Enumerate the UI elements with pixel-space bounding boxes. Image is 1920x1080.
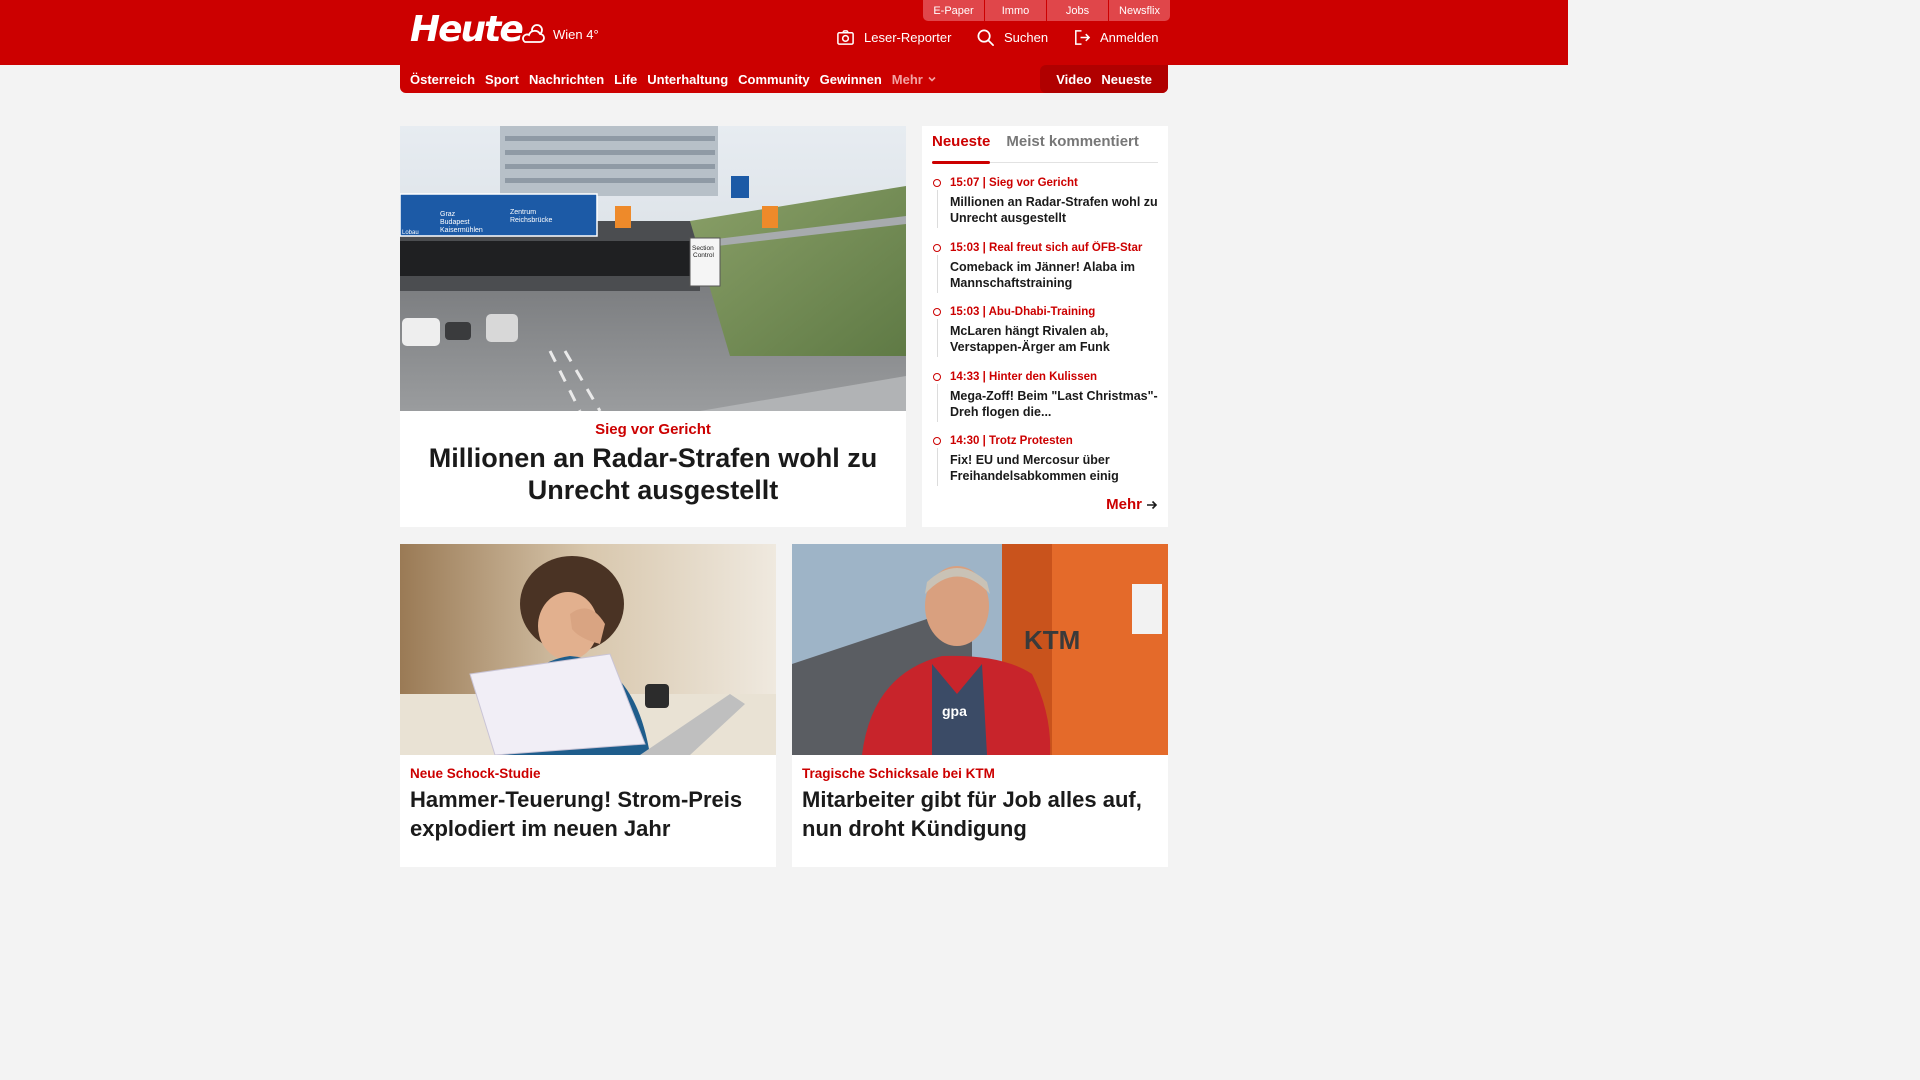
card-image-ktm-worker: KTM gpa — [792, 544, 1168, 755]
nav-item-video[interactable]: Video — [1056, 72, 1091, 87]
nav-more-label: Mehr — [891, 71, 923, 87]
hero-kicker: Sieg vor Gericht — [595, 421, 711, 438]
search-button[interactable]: Suchen — [976, 28, 1048, 47]
svg-text:Section: Section — [692, 245, 714, 252]
timeline-dot-icon — [933, 437, 941, 445]
timeline-line — [936, 254, 938, 293]
ticker-title[interactable]: Comeback im Jänner! Alaba im Mannschafts… — [950, 259, 1158, 291]
weather-widget[interactable]: Wien 4° — [521, 22, 599, 46]
svg-text:KTM: KTM — [1024, 625, 1080, 655]
ticker-meta: 15:03 | Real freut sich auf ÖFB-Star — [950, 241, 1143, 254]
card-headline[interactable]: Mitarbeiter gibt für Job alles auf, nun … — [802, 785, 1158, 843]
ticker-more-link[interactable]: Mehr — [1106, 496, 1158, 513]
camera-icon — [837, 30, 854, 45]
login-button[interactable]: Anmelden — [1072, 28, 1159, 47]
tab-jobs[interactable]: Jobs — [1047, 0, 1108, 21]
svg-text:Kaisermühlen: Kaisermühlen — [440, 227, 483, 234]
timeline-dot-icon — [933, 308, 941, 316]
nav-item-unterhaltung[interactable]: Unterhaltung — [647, 72, 728, 87]
ticker-title[interactable]: Mega-Zoff! Beim "Last Christmas"-Dreh fl… — [950, 388, 1158, 420]
hero-article[interactable]: Graz Budapest Kaisermühlen Lobau Zentrum… — [400, 126, 906, 527]
utility-tabs: E-Paper Immo Jobs Newsflix — [923, 0, 1170, 21]
ticker-item[interactable]: 14:33 | Hinter den Kulissen Mega-Zoff! B… — [932, 370, 1158, 435]
svg-text:Reichsbrücke: Reichsbrücke — [510, 217, 553, 224]
tab-immo[interactable]: Immo — [985, 0, 1046, 21]
timeline-dot-icon — [933, 372, 941, 381]
ticker-item[interactable]: 15:03 | Real freut sich auf ÖFB-Star Com… — [932, 241, 1158, 306]
ticker-meta: 15:07 | Sieg vor Gericht — [950, 177, 1078, 189]
timeline-dot-icon — [933, 179, 941, 187]
card-kicker: Neue Schock-Studie — [410, 766, 541, 781]
arrow-right-icon — [1147, 500, 1158, 509]
timeline-line — [936, 319, 938, 357]
timeline-dot-icon — [933, 243, 941, 252]
svg-text:gpa: gpa — [942, 703, 967, 719]
svg-text:Budapest: Budapest — [440, 219, 470, 226]
heute-logo[interactable]: Heute — [410, 8, 524, 52]
svg-text:Zentrum: Zentrum — [510, 209, 536, 216]
hero-image-tunnel: Graz Budapest Kaisermühlen Lobau Zentrum… — [400, 126, 906, 411]
nav-item-life[interactable]: Life — [614, 72, 637, 87]
nav-right-group: Video Neueste — [1040, 65, 1168, 93]
ticker-more-label: Mehr — [1106, 496, 1142, 513]
leser-reporter-label: Leser-Reporter — [864, 30, 952, 45]
login-label: Anmelden — [1100, 30, 1159, 45]
ticker-item[interactable]: 15:07 | Sieg vor Gericht Millionen an Ra… — [932, 176, 1158, 241]
ticker-meta: 14:33 | Hinter den Kulissen — [950, 370, 1098, 383]
nav-item-gewinnen[interactable]: Gewinnen — [820, 72, 882, 87]
article-card[interactable]: Neue Schock-Studie Hammer-Teuerung! Stro… — [400, 544, 776, 867]
main-navigation: Österreich Sport Nachrichten Life Unterh… — [400, 65, 1168, 93]
svg-text:Control: Control — [693, 252, 715, 259]
cloud-sun-icon — [522, 24, 545, 43]
nav-item-community[interactable]: Community — [738, 72, 810, 87]
card-headline[interactable]: Hammer-Teuerung! Strom-Preis explodiert … — [410, 785, 766, 843]
tab-newsflix[interactable]: Newsflix — [1109, 0, 1170, 21]
svg-text:Lobau: Lobau — [402, 230, 419, 236]
ticker-meta: 14:30 | Trotz Protesten — [950, 435, 1073, 447]
nav-item-oesterreich[interactable]: Österreich — [410, 72, 475, 87]
ticker-tabs: Neueste Meist kommentiert — [932, 126, 1158, 164]
tab-meist-kommentiert[interactable]: Meist kommentiert — [1006, 126, 1139, 163]
search-label: Suchen — [1004, 30, 1049, 45]
ticker-item[interactable]: 14:30 | Trotz Protesten Fix! EU und Merc… — [932, 434, 1158, 499]
nav-item-neueste[interactable]: Neueste — [1101, 72, 1152, 87]
ticker-list: 15:07 | Sieg vor Gericht Millionen an Ra… — [932, 176, 1158, 499]
leser-reporter-button[interactable]: Leser-Reporter — [836, 28, 951, 47]
top-header: Heute Wien 4° E-Paper Immo Jobs Newsflix… — [0, 0, 1568, 65]
ticker-meta: 15:03 | Abu-Dhabi-Training — [950, 306, 1096, 318]
nav-more-dropdown[interactable]: Mehr — [892, 72, 937, 87]
nav-item-nachrichten[interactable]: Nachrichten — [529, 72, 604, 87]
card-image-woman-bill — [400, 544, 776, 755]
chevron-down-icon — [928, 76, 936, 82]
search-icon — [977, 29, 994, 46]
timeline-line — [936, 190, 938, 228]
ticker-title[interactable]: Millionen an Radar-Strafen wohl zu Unrec… — [950, 194, 1158, 226]
weather-label: Wien 4° — [553, 26, 599, 42]
article-card[interactable]: KTM gpa Tragische Schicksale bei KTM Mit… — [792, 544, 1168, 867]
ticker-title[interactable]: Fix! EU und Mercosur über Freihandelsabk… — [950, 452, 1158, 484]
tab-neueste[interactable]: Neueste — [932, 126, 991, 164]
ticker-item[interactable]: 15:03 | Abu-Dhabi-Training McLaren hängt… — [932, 305, 1158, 370]
nav-item-sport[interactable]: Sport — [485, 72, 519, 87]
news-ticker-panel: Neueste Meist kommentiert 15:07 | Sieg v… — [922, 126, 1168, 527]
ticker-title[interactable]: McLaren hängt Rivalen ab, Verstappen-Ärg… — [950, 323, 1158, 355]
svg-text:Graz: Graz — [440, 211, 456, 218]
timeline-line — [936, 448, 938, 486]
login-icon — [1075, 30, 1091, 45]
timeline-line — [936, 383, 938, 422]
hero-headline[interactable]: Millionen an Radar-Strafen wohl zu Unrec… — [424, 442, 882, 506]
tab-epaper[interactable]: E-Paper — [923, 0, 984, 21]
card-kicker: Tragische Schicksale bei KTM — [802, 766, 995, 781]
